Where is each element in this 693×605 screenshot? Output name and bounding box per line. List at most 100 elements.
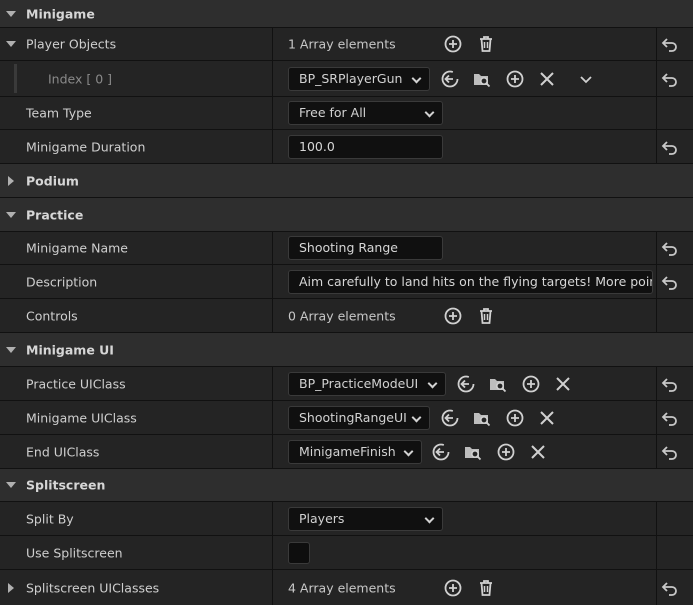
folder-search-icon[interactable] <box>463 442 483 462</box>
column-divider[interactable] <box>272 367 273 400</box>
property-label: Minigame UIClass <box>26 410 137 425</box>
property-label: Split By <box>26 511 74 526</box>
reset-arrow-icon[interactable] <box>660 409 680 427</box>
triangle-down-icon[interactable] <box>6 211 16 218</box>
property-label: Minigame Duration <box>26 139 146 154</box>
asset-picker-combo[interactable]: BP_SRPlayerGun <box>288 66 430 91</box>
folder-search-icon[interactable] <box>472 408 492 428</box>
trash-icon[interactable] <box>476 578 496 598</box>
triangle-right-icon[interactable] <box>8 582 14 593</box>
reset-arrow-icon[interactable] <box>660 35 680 53</box>
arrow-left-circle-icon[interactable] <box>440 408 460 428</box>
reset-arrow-icon[interactable] <box>660 70 680 88</box>
plus-circle-icon[interactable] <box>505 408 525 428</box>
column-divider <box>656 570 657 605</box>
duration-input[interactable]: 100.0 <box>288 134 443 159</box>
section-minigame[interactable]: Minigame <box>0 0 693 28</box>
split-by-dropdown[interactable]: Players <box>288 506 443 531</box>
use-splitscreen-checkbox[interactable] <box>288 541 310 564</box>
indent-guide <box>14 64 17 93</box>
section-podium[interactable]: Podium <box>0 164 693 198</box>
plus-circle-icon[interactable] <box>443 34 463 54</box>
x-icon[interactable] <box>553 374 573 394</box>
row-controls: Controls 0 Array elements <box>0 299 693 333</box>
column-divider[interactable] <box>272 265 273 298</box>
property-label: Use Splitscreen <box>26 545 123 560</box>
triangle-right-icon[interactable] <box>8 175 14 186</box>
property-label: Splitscreen UIClasses <box>26 580 160 595</box>
class-picker-value: BP_PracticeModeUI <box>299 375 419 391</box>
column-divider <box>656 28 657 60</box>
column-divider[interactable] <box>272 97 273 129</box>
column-divider[interactable] <box>272 536 273 569</box>
property-label: Controls <box>26 308 78 323</box>
arrow-left-circle-icon[interactable] <box>456 374 476 394</box>
reset-arrow-icon[interactable] <box>660 138 680 156</box>
minigame-name-input[interactable]: Shooting Range <box>288 236 443 260</box>
chevron-down-icon <box>424 513 435 523</box>
team-type-dropdown[interactable]: Free for All <box>288 101 443 125</box>
reset-arrow-icon[interactable] <box>660 273 680 291</box>
description-input[interactable]: Aim carefully to land hits on the flying… <box>288 269 653 294</box>
row-minigame-name: Minigame Name Shooting Range <box>0 232 693 265</box>
column-divider[interactable] <box>272 28 273 60</box>
column-divider[interactable] <box>272 232 273 264</box>
property-label: End UIClass <box>26 444 100 459</box>
column-divider[interactable] <box>272 299 273 332</box>
plus-circle-icon[interactable] <box>505 69 525 89</box>
property-label: Player Objects <box>26 36 117 52</box>
column-divider[interactable] <box>272 130 273 163</box>
row-minigame-uiclass: Minigame UIClass ShootingRangeUI <box>0 401 693 435</box>
row-minigame-duration: Minigame Duration 100.0 <box>0 130 693 164</box>
reset-arrow-icon[interactable] <box>660 239 680 257</box>
triangle-down-icon[interactable] <box>6 346 16 353</box>
array-count: 0 Array elements <box>288 308 396 323</box>
row-practice-uiclass: Practice UIClass BP_PracticeModeUI <box>0 367 693 401</box>
column-divider[interactable] <box>272 570 273 605</box>
column-divider[interactable] <box>272 435 273 468</box>
reset-arrow-icon[interactable] <box>660 579 680 597</box>
array-count: 1 Array elements <box>288 36 396 52</box>
column-divider <box>656 97 657 129</box>
x-icon[interactable] <box>537 408 557 428</box>
column-divider[interactable] <box>272 502 273 535</box>
class-picker-combo[interactable]: MinigameFinish <box>288 439 422 464</box>
trash-icon[interactable] <box>476 34 496 54</box>
column-divider <box>656 299 657 332</box>
plus-circle-icon[interactable] <box>521 374 541 394</box>
chevron-down-icon <box>403 446 414 456</box>
x-icon[interactable] <box>537 69 557 89</box>
column-divider[interactable] <box>272 61 273 96</box>
trash-icon[interactable] <box>476 306 496 326</box>
class-picker-combo[interactable]: ShootingRangeUI <box>288 405 430 430</box>
section-minigame-ui[interactable]: Minigame UI <box>0 333 693 367</box>
reset-arrow-icon[interactable] <box>660 375 680 393</box>
row-use-splitscreen: Use Splitscreen <box>0 536 693 570</box>
column-divider[interactable] <box>272 401 273 434</box>
plus-circle-icon[interactable] <box>443 578 463 598</box>
column-divider <box>656 435 657 468</box>
triangle-down-icon[interactable] <box>6 41 16 47</box>
section-practice[interactable]: Practice <box>0 198 693 232</box>
x-icon[interactable] <box>528 442 548 462</box>
triangle-down-icon[interactable] <box>6 10 16 17</box>
folder-search-icon[interactable] <box>472 69 492 89</box>
column-divider <box>656 265 657 298</box>
class-picker-combo[interactable]: BP_PracticeModeUI <box>288 371 446 396</box>
arrow-left-circle-icon[interactable] <box>431 442 451 462</box>
section-splitscreen[interactable]: Splitscreen <box>0 469 693 502</box>
column-divider <box>656 536 657 569</box>
row-splitscreen-uiclasses: Splitscreen UIClasses 4 Array elements <box>0 570 693 605</box>
reset-arrow-icon[interactable] <box>660 443 680 461</box>
triangle-down-icon[interactable] <box>6 482 16 488</box>
column-divider <box>656 502 657 535</box>
plus-circle-icon[interactable] <box>443 306 463 326</box>
plus-circle-icon[interactable] <box>496 442 516 462</box>
chevron-down-icon[interactable] <box>576 69 596 89</box>
section-title: Podium <box>26 173 79 188</box>
arrow-left-circle-icon[interactable] <box>440 69 460 89</box>
row-player-objects: Player Objects 1 Array elements <box>0 28 693 61</box>
folder-search-icon[interactable] <box>488 374 508 394</box>
column-divider <box>656 130 657 163</box>
chevron-down-icon <box>411 73 422 83</box>
